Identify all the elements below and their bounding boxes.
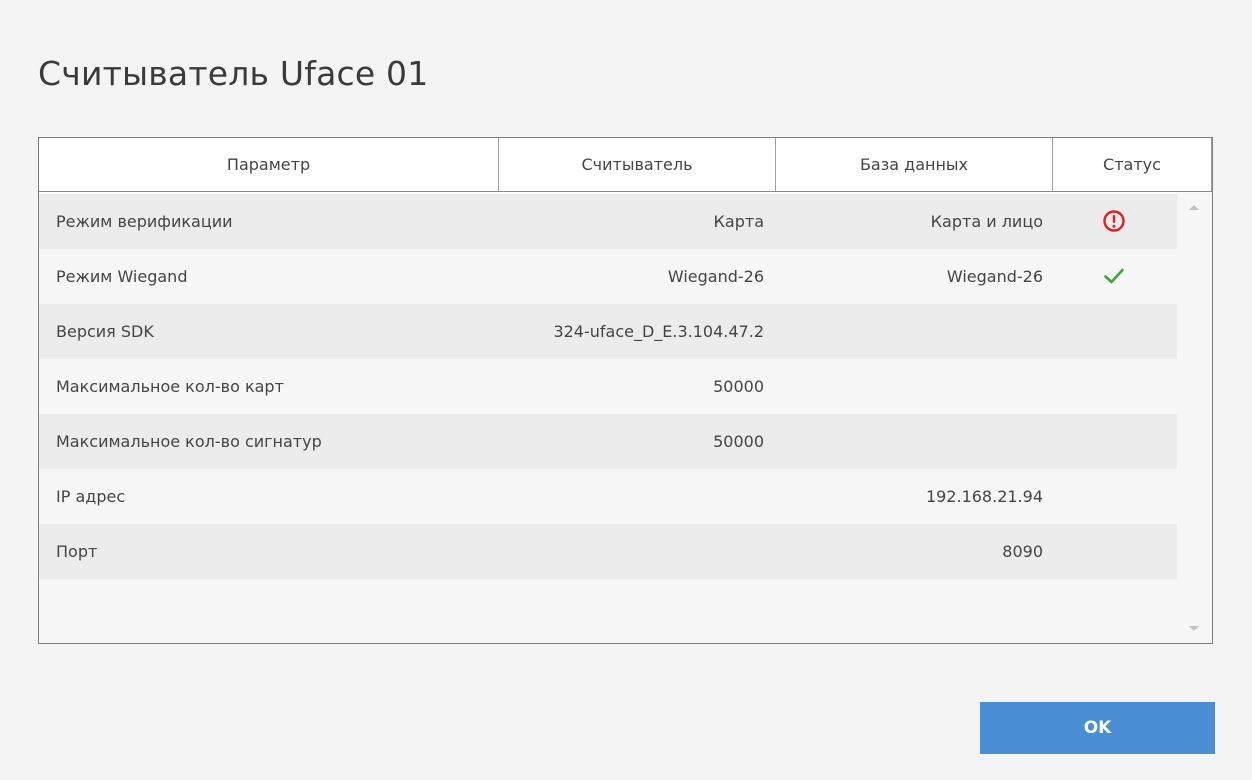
table-row[interactable]: Порт 8090 (39, 524, 1177, 579)
table-row[interactable]: Максимальное кол-во карт 50000 (39, 359, 1177, 414)
cell-database-value: 8090 (1002, 542, 1043, 561)
cell-reader-value (499, 524, 764, 579)
column-header-status[interactable]: Статус (1053, 138, 1212, 191)
cell-database-value (776, 359, 1043, 414)
cell-parameter: Версия SDK (56, 322, 154, 341)
cell-parameter: Режим Wiegand (56, 267, 188, 286)
table-row[interactable]: Режим верификации Карта Карта и лицо (39, 194, 1177, 249)
cell-database-value (776, 414, 1043, 469)
table-row[interactable]: Максимальное кол-во сигнатур 50000 (39, 414, 1177, 469)
cell-database-value (776, 304, 1043, 359)
table-row[interactable]: Версия SDK 324-uface_D_E.3.104.47.2 (39, 304, 1177, 359)
cell-parameter: IP адрес (56, 487, 126, 506)
cell-status (1051, 414, 1176, 469)
cell-parameter: Порт (56, 542, 98, 561)
cell-status (1051, 194, 1176, 249)
table-row[interactable]: IP адрес 192.168.21.94 (39, 469, 1177, 524)
cell-reader-value: Карта (713, 212, 764, 231)
scroll-down-icon[interactable] (1189, 626, 1199, 631)
table-body: Режим верификации Карта Карта и лицо Реж… (39, 194, 1177, 579)
cell-status (1051, 249, 1176, 304)
check-icon (1103, 268, 1124, 283)
table-row[interactable]: Режим Wiegand Wiegand-26 Wiegand-26 (39, 249, 1177, 304)
cell-database-value: Wiegand-26 (946, 267, 1043, 286)
cell-status (1051, 304, 1176, 359)
column-header-database[interactable]: База данных (776, 138, 1053, 191)
parameters-table: Параметр Считыватель База данных Статус … (38, 137, 1213, 644)
vertical-scrollbar[interactable] (1177, 193, 1212, 643)
column-header-parameter[interactable]: Параметр (39, 138, 499, 191)
dialog-title: Считыватель Uface 01 (38, 54, 429, 93)
cell-reader-value: Wiegand-26 (667, 267, 764, 286)
cell-parameter: Максимальное кол-во сигнатур (56, 432, 322, 451)
table-header: Параметр Считыватель База данных Статус (39, 138, 1212, 192)
cell-status (1051, 469, 1176, 524)
cell-reader-value (499, 469, 764, 524)
cell-database-value: Карта и лицо (930, 212, 1043, 231)
cell-reader-value: 50000 (713, 432, 764, 451)
error-icon (1102, 209, 1125, 232)
cell-reader-value: 324-uface_D_E.3.104.47.2 (553, 322, 764, 341)
table-empty-area (39, 579, 1177, 643)
cell-database-value: 192.168.21.94 (925, 487, 1043, 506)
cell-reader-value: 50000 (713, 377, 764, 396)
ok-button[interactable]: OK (980, 702, 1215, 754)
scroll-up-icon[interactable] (1189, 205, 1199, 210)
cell-parameter: Максимальное кол-во карт (56, 377, 284, 396)
cell-parameter: Режим верификации (56, 212, 233, 231)
cell-status (1051, 524, 1176, 579)
column-header-reader[interactable]: Считыватель (499, 138, 776, 191)
cell-status (1051, 359, 1176, 414)
